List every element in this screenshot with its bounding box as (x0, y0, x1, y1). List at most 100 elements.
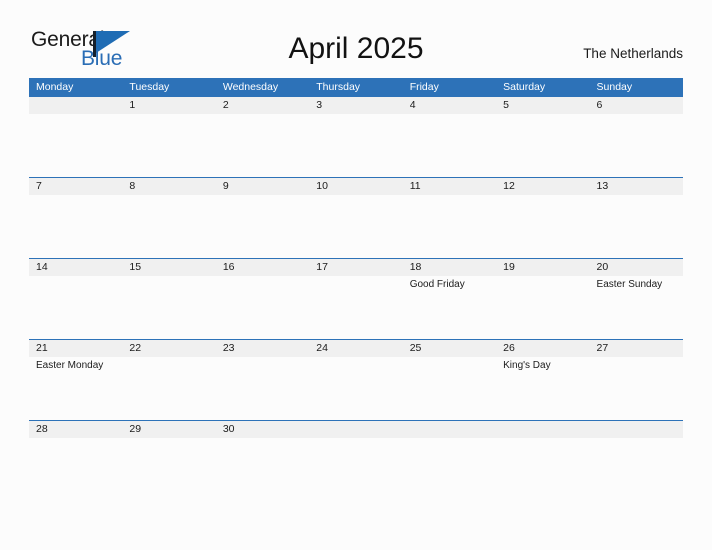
calendar-page: General Blue April 2025 The Netherlands … (0, 0, 712, 550)
day-number: 26 (503, 342, 515, 354)
day-band (215, 178, 310, 195)
day-cell[interactable]: 11 (402, 178, 497, 258)
day-event: King's Day (503, 360, 551, 371)
day-number: 13 (596, 180, 609, 192)
week-row: 1 2 3 4 5 6 (29, 96, 683, 177)
day-number: 12 (503, 180, 515, 192)
day-number: 17 (316, 261, 328, 273)
day-band (589, 421, 683, 438)
day-number: 21 (36, 342, 48, 354)
weekday-header-tuesday: Tuesday (129, 81, 170, 93)
weekday-header-friday: Friday (409, 81, 439, 93)
day-cell[interactable]: 23 (215, 340, 310, 420)
day-number: 10 (316, 180, 328, 192)
day-cell[interactable]: 27 (589, 340, 683, 420)
day-number: 11 (409, 180, 421, 192)
day-band (122, 97, 216, 114)
day-number: 19 (503, 261, 515, 273)
day-number: 1 (129, 99, 136, 111)
day-number: 3 (316, 99, 323, 111)
weekday-header-monday: Monday (36, 81, 74, 93)
day-cell[interactable]: 28 (29, 421, 123, 501)
day-cell[interactable]: 19 (496, 259, 590, 339)
day-event: Good Friday (409, 279, 465, 290)
day-cell[interactable]: 12 (496, 178, 590, 258)
weekday-header-wednesday: Wednesday (222, 81, 279, 93)
day-cell[interactable]: 18 Good Friday (402, 259, 497, 339)
weekday-header-thursday: Thursday (316, 81, 361, 93)
day-number: 5 (503, 99, 509, 111)
day-cell[interactable]: 25 (402, 340, 497, 420)
day-cell[interactable]: 15 (122, 259, 216, 339)
day-number: 15 (129, 261, 142, 273)
day-cell[interactable]: 8 (122, 178, 216, 258)
day-number: 14 (36, 261, 48, 273)
day-cell[interactable]: 3 (309, 97, 403, 177)
day-cell[interactable]: 2 (215, 97, 310, 177)
week-row: 7 8 9 10 11 12 13 (29, 177, 683, 258)
day-number: 18 (409, 261, 422, 273)
weekday-header-sunday: Sunday (596, 81, 633, 93)
day-band (309, 421, 403, 438)
day-number: 24 (316, 342, 328, 354)
day-band (29, 97, 123, 114)
day-cell[interactable] (29, 97, 123, 177)
day-event: Easter Monday (36, 360, 104, 371)
day-band (215, 97, 310, 114)
day-number: 16 (222, 261, 235, 273)
day-cell[interactable]: 13 (589, 178, 683, 258)
day-number: 27 (596, 342, 609, 354)
day-cell[interactable]: 20 Easter Sunday (589, 259, 683, 339)
day-band (589, 97, 683, 114)
weekday-header-saturday: Saturday (503, 81, 546, 93)
week-row: 21 Easter Monday 22 23 24 25 26 King's D… (29, 339, 683, 420)
day-cell[interactable]: 17 (309, 259, 403, 339)
day-number: 22 (129, 342, 142, 354)
day-band (496, 421, 590, 438)
day-cell[interactable]: 7 (29, 178, 123, 258)
day-cell[interactable]: 16 (215, 259, 310, 339)
day-cell[interactable] (496, 421, 590, 501)
week-row: 28 29 30 (29, 420, 683, 501)
day-number: 2 (222, 99, 229, 111)
day-cell[interactable]: 1 (122, 97, 216, 177)
day-band (402, 421, 497, 438)
day-cell[interactable] (309, 421, 403, 501)
weekday-header-row: Monday Tuesday Wednesday Thursday Friday… (29, 78, 683, 96)
week-row: 14 15 16 17 18 Good Friday 19 20 Easter … (29, 258, 683, 339)
day-event: Easter Sunday (596, 279, 663, 290)
day-cell[interactable]: 9 (215, 178, 310, 258)
day-cell[interactable]: 30 (215, 421, 310, 501)
day-number: 29 (129, 423, 142, 435)
day-number: 28 (36, 423, 48, 435)
day-band (402, 97, 497, 114)
day-number: 7 (36, 180, 42, 192)
day-number: 20 (596, 261, 609, 273)
day-cell[interactable] (589, 421, 683, 501)
day-number: 25 (409, 342, 422, 354)
day-cell[interactable]: 5 (496, 97, 590, 177)
day-band (122, 178, 216, 195)
day-cell[interactable]: 21 Easter Monday (29, 340, 123, 420)
day-cell[interactable]: 24 (309, 340, 403, 420)
day-cell[interactable]: 14 (29, 259, 123, 339)
day-number: 6 (596, 99, 603, 111)
day-band (496, 97, 590, 114)
day-band (309, 97, 403, 114)
region-label: The Netherlands (583, 46, 683, 61)
day-band (29, 178, 123, 195)
day-cell[interactable] (402, 421, 497, 501)
day-number: 8 (129, 180, 136, 192)
day-number: 23 (222, 342, 235, 354)
calendar-table: Monday Tuesday Wednesday Thursday Friday… (29, 78, 683, 501)
day-number: 30 (222, 423, 235, 435)
day-number: 4 (409, 99, 416, 111)
page-header: General Blue April 2025 The Netherlands (0, 0, 712, 76)
day-number: 9 (222, 180, 229, 192)
day-cell[interactable]: 6 (589, 97, 683, 177)
day-cell[interactable]: 26 King's Day (496, 340, 590, 420)
day-cell[interactable]: 10 (309, 178, 403, 258)
day-cell[interactable]: 4 (402, 97, 497, 177)
day-cell[interactable]: 29 (122, 421, 216, 501)
day-cell[interactable]: 22 (122, 340, 216, 420)
